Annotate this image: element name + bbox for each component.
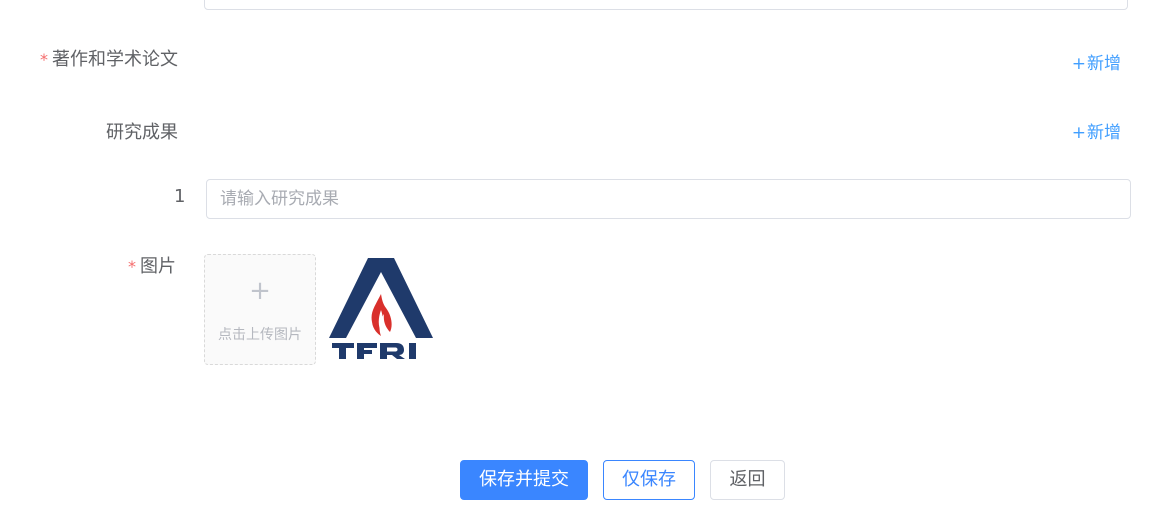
result-input[interactable]	[206, 179, 1131, 219]
previous-field-input[interactable]	[204, 0, 1128, 10]
form-page: *著作和学术论文 +新增 研究成果 +新增 1 *图片 + 点击上传图片	[0, 0, 1153, 507]
upload-plus-icon: +	[249, 276, 271, 306]
save-only-button[interactable]: 仅保存	[603, 460, 695, 500]
upload-hint: 点击上传图片	[218, 327, 302, 343]
tfri-logo-image[interactable]	[328, 256, 434, 362]
works-label-text: 著作和学术论文	[52, 49, 178, 70]
result-index: 1	[174, 186, 186, 207]
add-results-label: 新增	[1087, 123, 1121, 143]
logo-lettering	[332, 343, 416, 359]
image-upload-button[interactable]: + 点击上传图片	[204, 254, 316, 365]
image-label-text: 图片	[140, 256, 176, 277]
plus-icon: +	[1071, 54, 1086, 74]
add-results-button[interactable]: +新增	[1072, 121, 1121, 145]
results-label: 研究成果	[106, 122, 178, 143]
image-label: * 图片	[128, 255, 176, 279]
required-mark: *	[40, 50, 48, 69]
add-works-label: 新增	[1087, 54, 1121, 74]
save-and-submit-button[interactable]: 保存并提交	[460, 460, 588, 500]
add-works-button[interactable]: +新增	[1072, 52, 1121, 76]
back-button[interactable]: 返回	[710, 460, 785, 500]
required-mark: *	[128, 257, 136, 276]
works-label: * 著作和学术论文	[40, 48, 178, 72]
plus-icon: +	[1071, 123, 1086, 143]
